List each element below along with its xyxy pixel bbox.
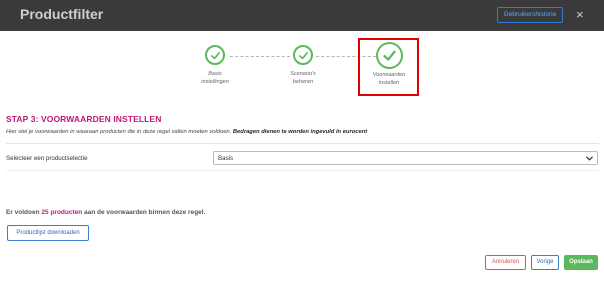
section-heading: STAP 3: VOORWAARDEN INSTELLEN (6, 114, 162, 124)
step-label-line2: instellingen (201, 78, 229, 85)
modal-title: Productfilter (20, 6, 104, 22)
wizard-step-basis[interactable]: Basis instellingen (188, 45, 242, 86)
step-label: Basis instellingen (188, 71, 242, 86)
active-step-highlight (358, 38, 419, 96)
user-history-button[interactable]: Gebruikershistorie (497, 7, 563, 23)
intro-bold-text: Bedragen dienen te worden ingevuld in eu… (232, 129, 368, 135)
step-label: Scenario's beheren (276, 71, 330, 86)
step-status-circle (293, 45, 313, 65)
user-history-label: Gebruikershistorie (503, 11, 557, 18)
result-summary: Er voldoen 25 producten aan de voorwaard… (6, 209, 205, 216)
product-selection-label: Selecteer een productselectie (6, 155, 88, 162)
check-icon (210, 51, 220, 59)
divider (6, 170, 599, 171)
product-selection-select[interactable]: Basis (213, 151, 598, 165)
divider (6, 143, 599, 144)
step-status-circle (205, 45, 225, 65)
intro-text: Hier stel je voorwaarden in waaraan prod… (6, 129, 233, 135)
check-icon (298, 51, 308, 59)
result-suffix: aan de voorwaarden binnen deze regel. (82, 209, 206, 216)
previous-button[interactable]: Vorige (531, 255, 559, 270)
cancel-button[interactable]: Annuleren (485, 255, 526, 270)
download-product-list-button[interactable]: Productlijst downloaden (7, 225, 89, 241)
modal-header: Productfilter Gebruikershistorie × (0, 0, 604, 31)
chevron-down-icon (586, 156, 593, 161)
section-intro: Hier stel je voorwaarden in waaraan prod… (6, 129, 367, 135)
save-button[interactable]: Opslaan (564, 255, 598, 270)
result-prefix: Er voldoen (6, 209, 42, 216)
close-icon[interactable]: × (576, 8, 584, 21)
step-label-line1: Basis (208, 71, 222, 77)
select-value: Basis (218, 155, 234, 162)
result-count: 25 producten (41, 209, 83, 216)
wizard-step-scenarios[interactable]: Scenario's beheren (276, 45, 330, 86)
step-label-line2: beheren (292, 78, 314, 85)
step-label-line1: Scenario's (290, 71, 316, 77)
